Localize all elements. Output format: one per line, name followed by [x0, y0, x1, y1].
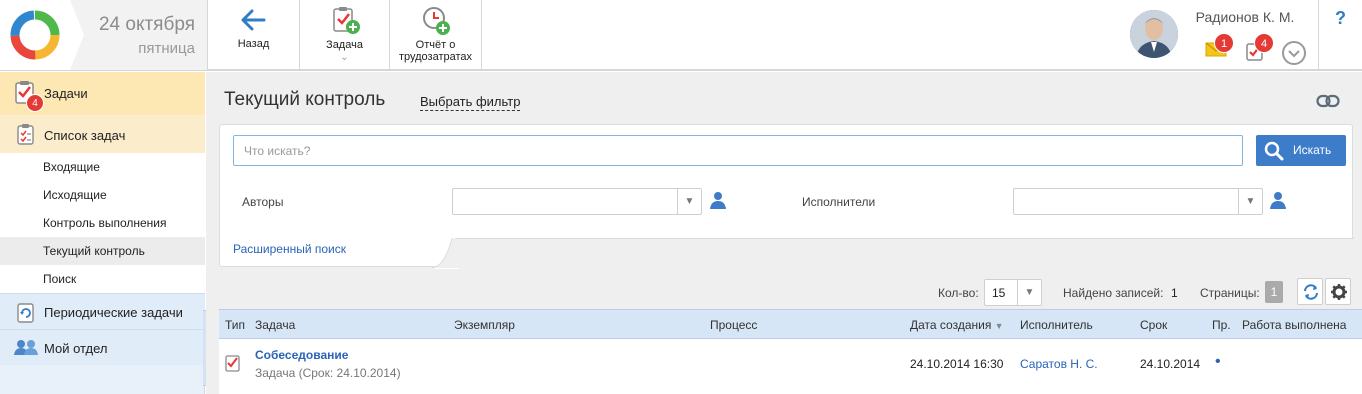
- panel-tab-curve: [432, 238, 456, 268]
- sidebar-item-periodic[interactable]: Периодические задачи: [0, 293, 205, 329]
- task-subtitle: Задача (Срок: 24.10.2014): [255, 366, 401, 380]
- user-photo-icon: [1130, 10, 1178, 58]
- main-content: Текущий контроль Выбрать фильтр Искать А…: [206, 72, 1362, 394]
- col-priority[interactable]: Пр.: [1212, 318, 1231, 332]
- sidebar-item-outgoing[interactable]: Исходящие: [0, 181, 205, 209]
- page-size-select[interactable]: 15 ▼: [984, 279, 1042, 306]
- settings-button[interactable]: [1325, 278, 1351, 305]
- new-task-label: Задача: [326, 39, 363, 51]
- col-created[interactable]: Дата создания ▼: [910, 318, 1004, 332]
- people-icon: [14, 340, 38, 355]
- pager-row: Кол-во: 15 ▼ Найдено записей: 1 Страницы…: [206, 278, 1362, 306]
- top-bar: 24 октября пятница Назад Задача ⌄ Отчёт …: [0, 0, 1362, 71]
- chevron-down-icon[interactable]: ▼: [677, 189, 701, 214]
- chevron-down-circle-icon[interactable]: [1281, 40, 1307, 66]
- app-logo[interactable]: [0, 0, 70, 70]
- sidebar-item-task-list[interactable]: Список задач: [0, 115, 205, 153]
- weekday-text: пятница: [138, 40, 195, 57]
- found-records-value: 1: [1171, 286, 1178, 300]
- cell-priority-dot: •: [1215, 353, 1221, 370]
- col-instance[interactable]: Экземпляр: [454, 318, 515, 332]
- col-executor[interactable]: Исполнитель: [1020, 318, 1093, 332]
- chevron-down-icon[interactable]: ▼: [1238, 189, 1262, 214]
- cell-executor-link[interactable]: Саратов Н. С.: [1020, 357, 1098, 371]
- col-work-done[interactable]: Работа выполнена: [1242, 318, 1346, 332]
- task-title-link[interactable]: Собеседование: [255, 348, 348, 362]
- col-type[interactable]: Тип: [225, 318, 245, 332]
- sort-desc-icon: ▼: [994, 321, 1004, 331]
- person-picker-icon[interactable]: [1269, 191, 1287, 209]
- search-button-label: Искать: [1293, 143, 1332, 157]
- chevron-down-icon[interactable]: ⌄: [300, 52, 389, 64]
- help-button[interactable]: ?: [1318, 0, 1362, 70]
- task-list-icon: [17, 124, 34, 145]
- pages-label: Страницы:: [1200, 286, 1260, 300]
- labor-report-label-2: трудозатратах: [398, 51, 473, 63]
- task-add-icon: [333, 7, 360, 34]
- labor-report-label-1: Отчёт о: [415, 39, 456, 51]
- executors-label: Исполнители: [802, 195, 876, 209]
- page-number-button[interactable]: 1: [1265, 281, 1283, 303]
- sidebar-item-my-department-label: Мой отдел: [44, 341, 108, 356]
- sidebar-item-my-department[interactable]: Мой отдел: [0, 329, 205, 365]
- table-header: Тип Задача Экземпляр Процесс Дата создан…: [219, 309, 1362, 339]
- page-title: Текущий контроль: [224, 89, 386, 110]
- panel-tab-cutout: [452, 238, 1354, 268]
- col-created-label: Дата создания: [910, 318, 992, 332]
- arrow-left-icon: [241, 9, 266, 31]
- sidebar: 4 Задачи Список задач Входящие Исходящие…: [0, 72, 205, 394]
- col-deadline[interactable]: Срок: [1140, 318, 1167, 332]
- task-type-icon: [225, 355, 240, 372]
- date-display: 24 октября пятница: [70, 0, 208, 70]
- gear-icon: [1331, 284, 1347, 300]
- sidebar-item-task-list-label: Список задач: [44, 128, 126, 143]
- page-size-value: 15: [992, 286, 1006, 300]
- authors-label: Авторы: [242, 195, 284, 209]
- search-icon: [1264, 141, 1284, 161]
- back-button[interactable]: Назад: [208, 0, 300, 70]
- periodic-tasks-icon: [17, 303, 34, 323]
- cell-deadline: 24.10.2014: [1140, 357, 1201, 371]
- sidebar-tasks-badge: 4: [26, 94, 44, 112]
- date-text: 24 октября: [98, 14, 195, 35]
- user-name[interactable]: Радионов К. М.: [1185, 9, 1305, 25]
- sidebar-item-search[interactable]: Поиск: [0, 265, 205, 293]
- cell-created: 24.10.2014 16:30: [910, 357, 1004, 371]
- count-label: Кол-во:: [938, 286, 979, 300]
- logo-icon: [10, 10, 60, 60]
- new-task-button[interactable]: Задача ⌄: [300, 0, 390, 70]
- search-input[interactable]: [233, 135, 1243, 166]
- select-filter-link[interactable]: Выбрать фильтр: [420, 94, 521, 111]
- tasks-table: Тип Задача Экземпляр Процесс Дата создан…: [219, 309, 1362, 394]
- advanced-search-link[interactable]: Расширенный поиск: [233, 242, 346, 256]
- person-picker-icon[interactable]: [709, 191, 727, 209]
- sidebar-item-execution-control[interactable]: Контроль выполнения: [0, 209, 205, 237]
- sidebar-item-tasks-label: Задачи: [44, 86, 88, 101]
- executors-combobox[interactable]: ▼: [1013, 188, 1263, 215]
- labor-report-button[interactable]: Отчёт о трудозатратах: [390, 0, 482, 70]
- sidebar-item-tasks[interactable]: 4 Задачи: [0, 72, 205, 115]
- clock-add-icon: [423, 7, 450, 35]
- search-button[interactable]: Искать: [1256, 135, 1346, 166]
- chevron-down-icon[interactable]: ▼: [1017, 280, 1041, 305]
- table-row[interactable]: Собеседование Задача (Срок: 24.10.2014) …: [219, 339, 1362, 394]
- refresh-icon: [1304, 284, 1318, 300]
- mail-badge: 1: [1214, 33, 1234, 53]
- sidebar-item-incoming[interactable]: Входящие: [0, 153, 205, 181]
- tasks-badge: 4: [1254, 33, 1274, 53]
- back-label: Назад: [237, 38, 270, 50]
- refresh-button[interactable]: [1297, 278, 1323, 305]
- found-records-label: Найдено записей:: [1063, 286, 1164, 300]
- sidebar-item-periodic-label: Периодические задачи: [44, 305, 183, 320]
- link-icon[interactable]: [1316, 94, 1340, 108]
- sidebar-item-current-control[interactable]: Текущий контроль: [0, 237, 205, 265]
- authors-combobox[interactable]: ▼: [452, 188, 702, 215]
- col-task[interactable]: Задача: [255, 318, 295, 332]
- col-process[interactable]: Процесс: [710, 318, 757, 332]
- avatar[interactable]: [1130, 10, 1178, 58]
- logo-arrow-decoration: [70, 0, 84, 70]
